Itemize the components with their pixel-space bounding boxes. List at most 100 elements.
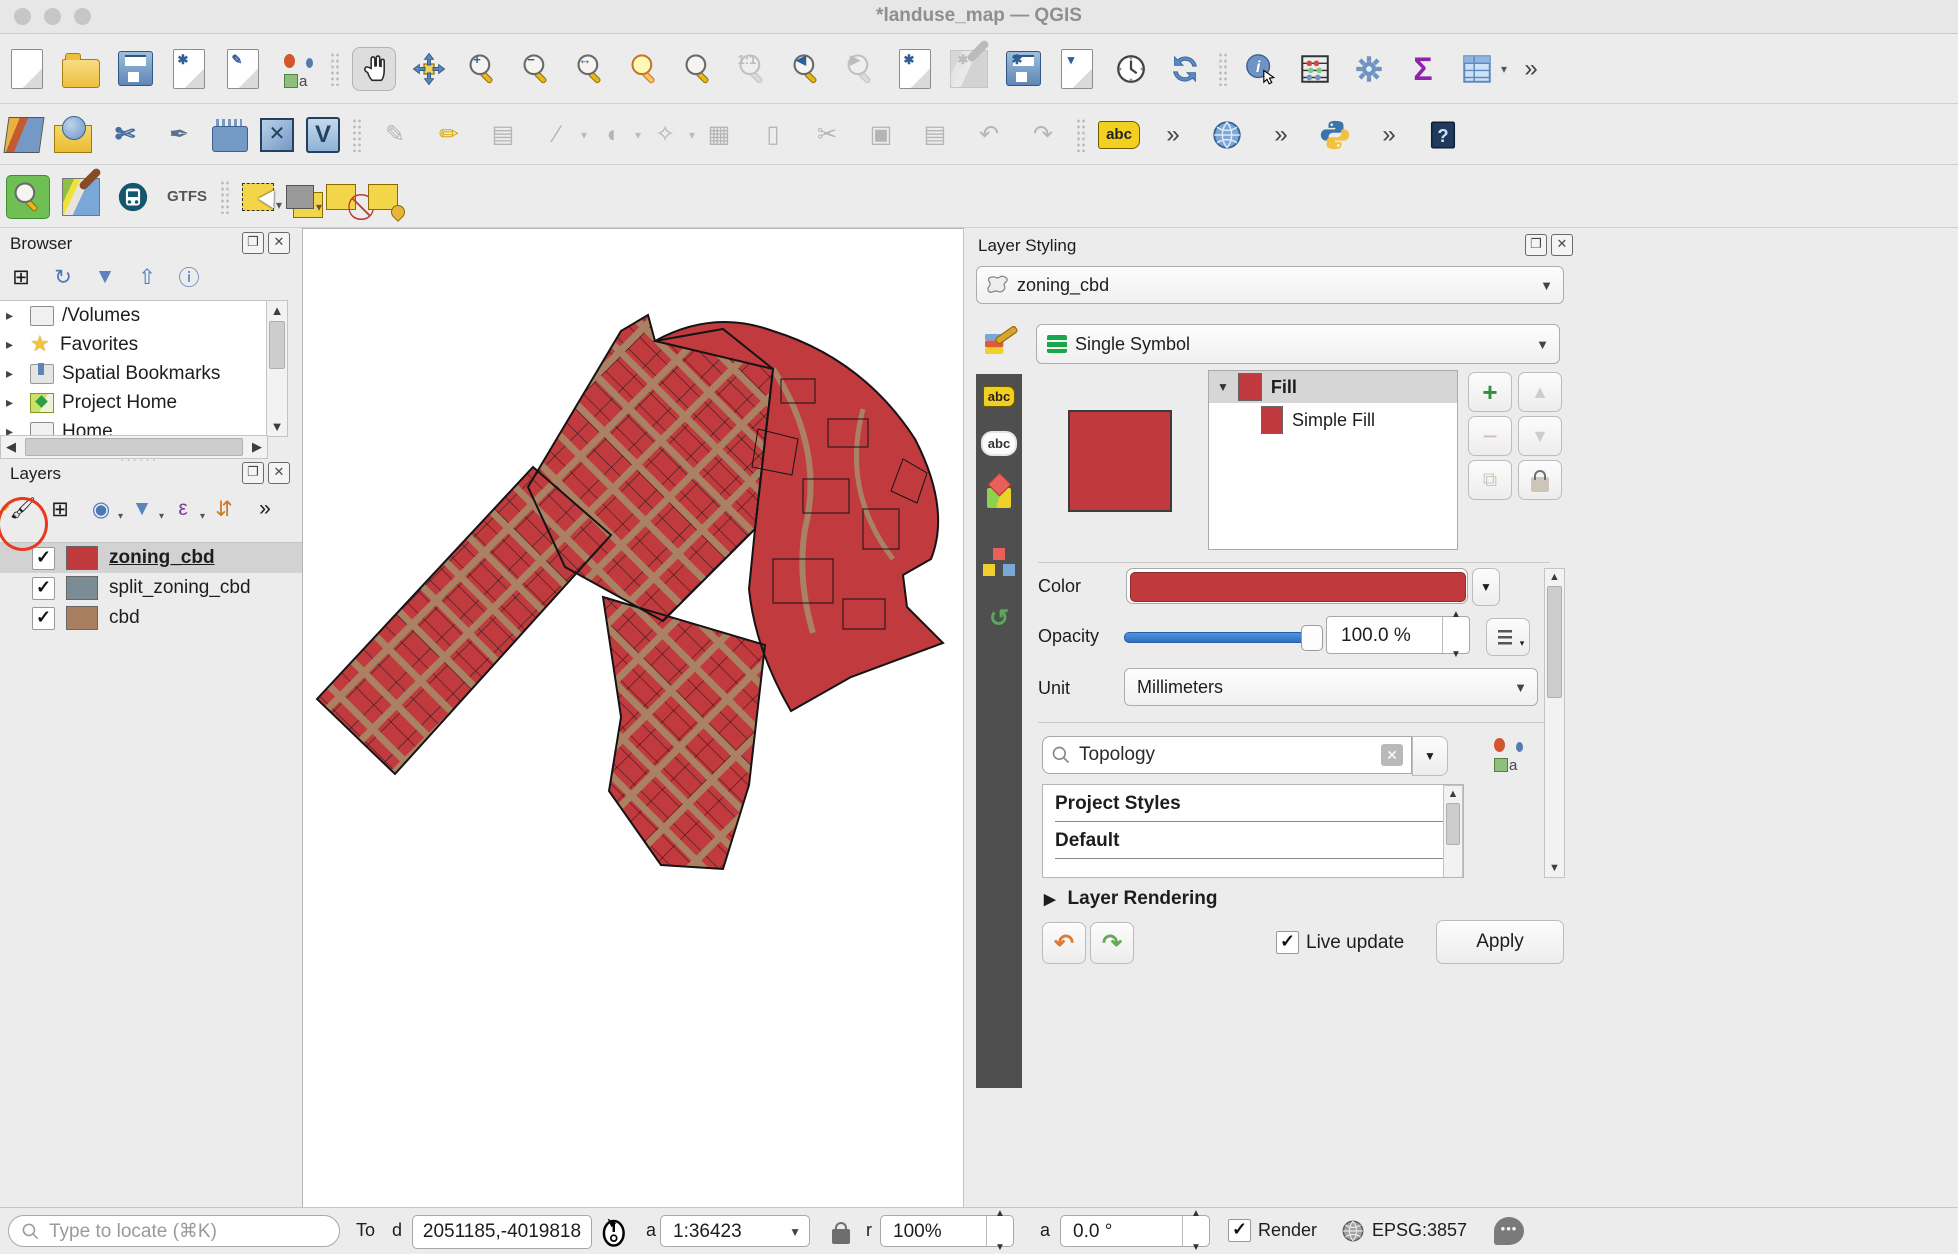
data-defined-override-button[interactable]: ▾ <box>1486 618 1530 656</box>
zoom-to-selection[interactable]: ▾ <box>678 48 720 90</box>
styles-section-project[interactable]: Project Styles <box>1043 785 1463 815</box>
live-update-checkbox[interactable]: ✓ <box>1276 931 1299 954</box>
pan-map[interactable]: ▾ <box>352 47 396 91</box>
add-vector-tile-layer[interactable]: V▾ <box>306 117 340 153</box>
osm-place-search[interactable]: ▾ <box>6 175 50 219</box>
zoom-to-layer[interactable]: ▾ <box>624 48 666 90</box>
toolbar-extension[interactable]: »▾ <box>1368 114 1410 156</box>
color-button[interactable] <box>1126 568 1468 604</box>
project-properties[interactable]: ✎▾ <box>222 48 264 90</box>
style-search-input[interactable]: Topology <box>1079 744 1373 766</box>
python-console[interactable]: ▾ <box>1314 114 1356 156</box>
redo[interactable]: ↷▾ <box>1022 114 1064 156</box>
transit-tools[interactable]: ▾ <box>112 176 154 218</box>
scale-selector[interactable]: 1:36423 ▼ <box>660 1215 810 1247</box>
new-print-layout[interactable]: ✱▾ <box>894 48 936 90</box>
spin-down-icon[interactable]: ▼ <box>1191 1232 1201 1254</box>
clear-search-icon[interactable]: ✕ <box>1381 744 1403 766</box>
diagrams-tab-icon[interactable] <box>993 548 1005 560</box>
show-spatial-bookmarks[interactable]: ▾▾ <box>1056 48 1098 90</box>
toolbar-extension[interactable]: »▾ <box>1152 114 1194 156</box>
crs-value[interactable]: EPSG:3857 <box>1372 1220 1467 1241</box>
locator-search[interactable]: Type to locate (⌘K) <box>8 1215 340 1247</box>
labels-tab-icon[interactable]: abc <box>983 386 1015 407</box>
history-tab-icon[interactable]: ↺ <box>989 604 1009 633</box>
filter-browser[interactable]: ▼ <box>88 262 122 292</box>
spin-up-icon[interactable]: ▲ <box>1451 596 1461 634</box>
copy-features[interactable]: ▣▾ <box>860 114 902 156</box>
layer-visibility-checkbox[interactable]: ✓ <box>32 607 55 630</box>
layer-visibility-checkbox[interactable]: ✓ <box>32 577 55 600</box>
grip[interactable]: ▾ <box>352 118 362 152</box>
data-source-manager[interactable]: ▾ <box>3 117 44 153</box>
magnifier-spinbox[interactable]: 100% ▲▼ <box>880 1215 1014 1247</box>
expand-caret-icon[interactable]: ▸ <box>6 307 22 324</box>
grip[interactable]: ▾ <box>330 52 340 86</box>
temporal-controller[interactable]: ▾ <box>1110 48 1152 90</box>
toolbar-extension[interactable]: »▾ <box>1260 114 1302 156</box>
layer-rendering-section[interactable]: ▶ Layer Rendering <box>1044 888 1217 910</box>
options[interactable]: ▾ <box>1348 48 1390 90</box>
paste-features[interactable]: ▤▾ <box>914 114 956 156</box>
select-by-rectangle[interactable]: ▾ <box>242 183 274 211</box>
zoom-out[interactable]: −▾ <box>516 48 558 90</box>
show-statistical-summary[interactable]: Σ▾ <box>1402 48 1444 90</box>
opacity-slider-handle[interactable] <box>1301 625 1323 651</box>
zoom-in[interactable]: +▾ <box>462 48 504 90</box>
delete-selected[interactable]: ▯▾ <box>752 114 794 156</box>
zoom-full-extent[interactable]: ↔▾ <box>570 48 612 90</box>
grip[interactable]: ▾ <box>1218 52 1228 86</box>
browser-tree-item[interactable]: ▸ ★ Favorites <box>0 330 288 359</box>
layer-row[interactable]: ✓ split_zoning_cbd <box>0 573 302 603</box>
chevron-down-icon[interactable]: ▼ <box>1526 337 1559 352</box>
select-features[interactable]: ▾ <box>286 185 314 209</box>
expand-collapse-all[interactable]: ⇵▾ <box>207 494 241 524</box>
layer-row[interactable]: ✓ cbd <box>0 603 302 633</box>
symbology-tab-icon[interactable] <box>980 324 1020 364</box>
masks-tab-icon[interactable]: abc <box>983 433 1015 454</box>
open-layer-styling-panel[interactable]: 🖌▾ <box>2 494 36 524</box>
add-vector-layer[interactable]: ✄▾ <box>104 114 146 156</box>
toolbar-extension[interactable]: »▾ <box>1510 48 1552 90</box>
symbol-type-selector[interactable]: Single Symbol ▼ <box>1036 324 1560 364</box>
new-spatial-bookmark[interactable]: ✱▾ <box>1002 48 1044 90</box>
label-toolbar[interactable]: abc▾ <box>1098 121 1140 149</box>
opacity-spinbox[interactable]: 100.0 % ▲▼ <box>1326 616 1470 654</box>
expand-caret-icon[interactable]: ▸ <box>6 365 22 382</box>
browser-vertical-scrollbar[interactable]: ▲ ▼ <box>266 300 288 437</box>
messages-button[interactable]: ••• <box>1494 1217 1524 1245</box>
gtfs-loader[interactable]: GTFS▾ <box>166 176 208 218</box>
add-selected-layers[interactable]: ⊞ <box>4 262 38 292</box>
save-project[interactable]: ▾ <box>114 48 156 90</box>
browser-float-button[interactable]: ❐ <box>242 232 264 254</box>
add-group[interactable]: ⊞▾ <box>43 494 77 524</box>
expand-caret-icon[interactable]: ▸ <box>6 336 22 353</box>
add-mssql-layer[interactable]: ▾ <box>212 126 248 152</box>
open-project[interactable]: ▾ <box>60 48 102 90</box>
manage-visibility[interactable]: ◉▾ <box>84 494 118 524</box>
color-dropdown-button[interactable]: ▼ <box>1472 568 1500 606</box>
map-canvas[interactable] <box>302 228 964 1211</box>
zoom-native-resolution[interactable]: 1:1▾ <box>732 48 774 90</box>
redo-style-button[interactable]: ↷ <box>1090 922 1134 964</box>
styling-panel-scrollbar[interactable]: ▲ ▼ <box>1544 568 1565 878</box>
panel-extension[interactable]: »▾ <box>248 494 282 524</box>
current-edits[interactable]: ✎▾ <box>374 114 416 156</box>
quick-map-services[interactable]: ▾ <box>62 178 100 216</box>
toggle-editing[interactable]: ✏▾ <box>428 114 470 156</box>
spin-up-icon[interactable]: ▲ <box>995 1198 1005 1230</box>
deselect-features[interactable]: ▾ <box>326 184 356 210</box>
annotation-tool[interactable]: ✒▾ <box>158 114 200 156</box>
rotation-spinbox[interactable]: 0.0 ° ▲▼ <box>1060 1215 1210 1247</box>
zoom-last[interactable]: ◀▾ <box>786 48 828 90</box>
save-project-as[interactable]: ✱▾ <box>168 48 210 90</box>
undo-style-button[interactable]: ↶ <box>1042 922 1086 964</box>
new-report[interactable]: ✱▾ <box>948 48 990 90</box>
cut-features[interactable]: ✂▾ <box>806 114 848 156</box>
browser-tree-item[interactable]: ▸ Project Home <box>0 388 288 417</box>
zoom-next[interactable]: ▶▾ <box>840 48 882 90</box>
duplicate-symbol-layer-button[interactable]: ⧉ <box>1468 460 1512 500</box>
filter-by-expression[interactable]: ε▾ <box>166 494 200 524</box>
mouse-extent-toggle-icon[interactable] <box>600 1216 630 1248</box>
refresh-map[interactable]: ▾ <box>1164 48 1206 90</box>
